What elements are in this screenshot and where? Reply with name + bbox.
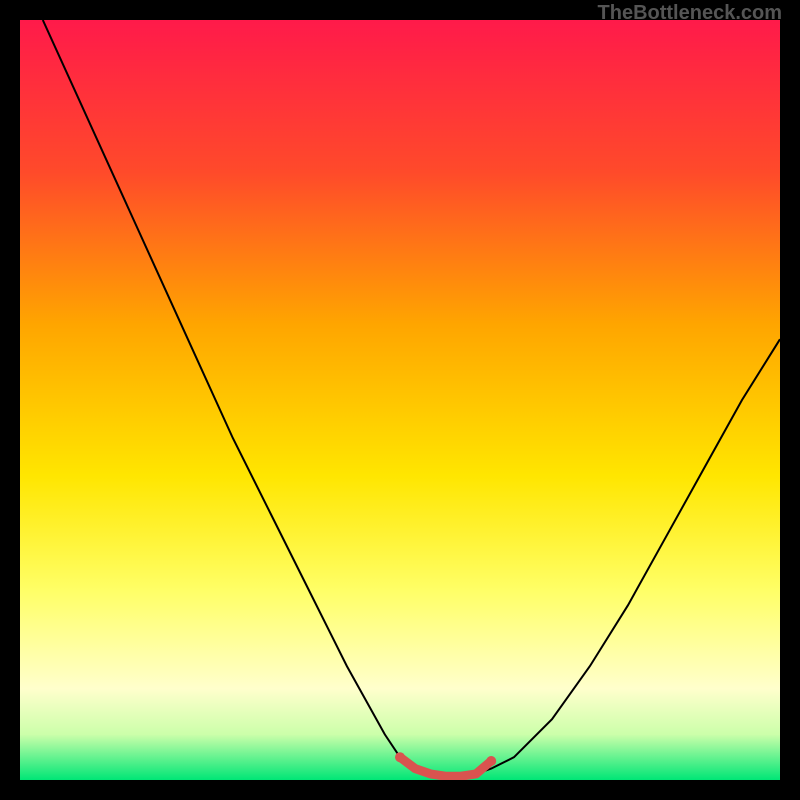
optimal-zone-start-dot [395,752,405,762]
attribution-text: TheBottleneck.com [598,2,782,25]
chart-svg [20,20,780,780]
chart-container: TheBottleneck.com [0,0,800,800]
gradient-background [20,20,780,780]
plot-area [20,20,780,780]
optimal-zone-end-dot [486,756,496,766]
